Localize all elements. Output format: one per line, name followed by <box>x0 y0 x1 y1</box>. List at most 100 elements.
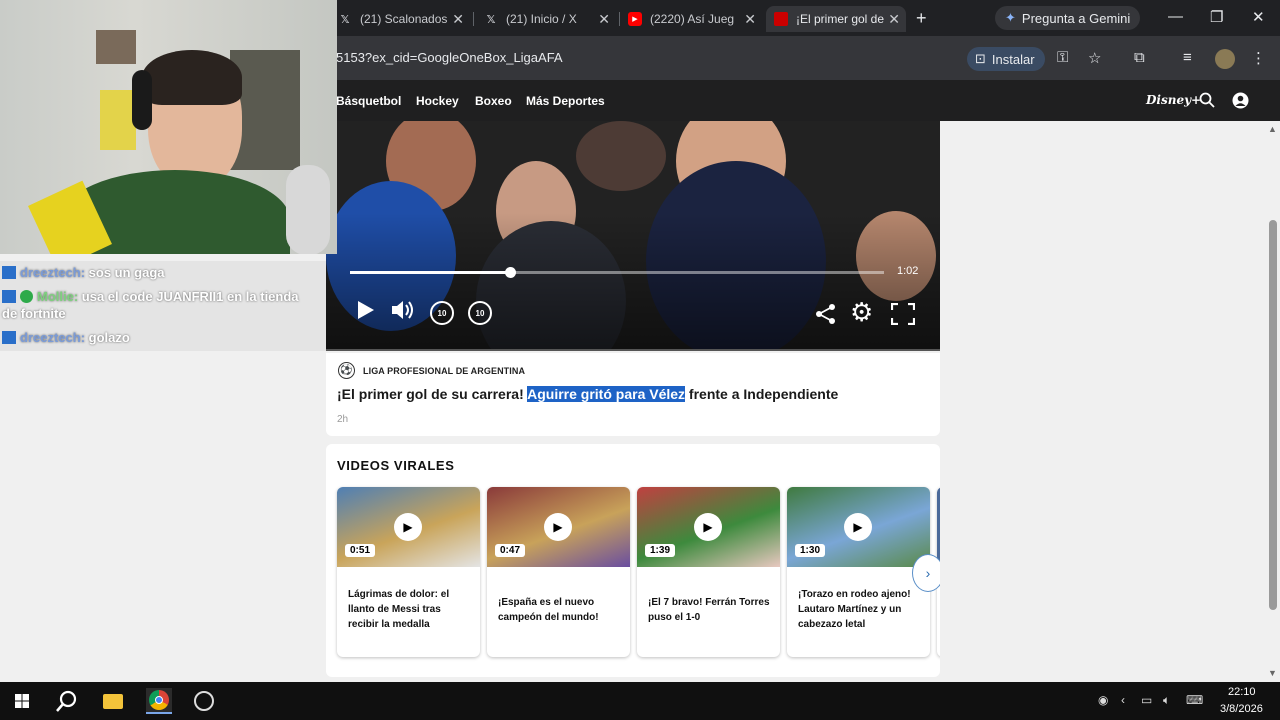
video-duration-badge: 0:47 <box>495 544 526 557</box>
video-title[interactable]: ¡Torazo en rodeo ajeno! Lautaro Martínez… <box>798 587 920 632</box>
obs-icon[interactable] <box>191 688 217 714</box>
video-player[interactable]: 1:02 10 10 ⚙ <box>326 121 940 351</box>
nav-mas-deportes[interactable]: Más Deportes <box>526 94 605 108</box>
tab-label: ¡El primer gol de <box>796 12 885 26</box>
close-icon[interactable]: ✕ <box>744 11 756 28</box>
video-progress-bar[interactable] <box>350 267 884 278</box>
x-logo-icon: 𝕏 <box>340 13 350 26</box>
nav-boxeo[interactable]: Boxeo <box>475 94 512 108</box>
video-progress-fill <box>350 271 511 274</box>
headline-selected-text: Aguirre gritó para Vélez <box>527 386 686 402</box>
user-account-icon[interactable] <box>1232 92 1249 109</box>
gemini-label: Pregunta a Gemini <box>1021 10 1131 26</box>
chrome-taskbar-icon[interactable] <box>146 688 172 714</box>
video-gradient <box>326 121 940 351</box>
sparkle-icon: ✦ <box>1005 10 1016 25</box>
headline-text: frente a Independiente <box>685 386 839 402</box>
new-tab-button[interactable]: + <box>916 8 927 29</box>
tab-inicio-x[interactable]: 𝕏 (21) Inicio / X ✕ <box>476 6 616 32</box>
youtube-icon: ▶ <box>628 12 642 26</box>
windows-start-icon[interactable] <box>9 688 35 714</box>
install-icon: ⊡ <box>975 51 986 66</box>
video-card[interactable]: ▶ 0:51 Lágrimas de dolor: el llanto de M… <box>337 487 480 657</box>
streamer-hair <box>142 50 242 105</box>
share-icon[interactable] <box>815 303 837 325</box>
volume-icon[interactable] <box>390 299 416 321</box>
play-icon[interactable] <box>356 299 376 321</box>
settings-gear-icon[interactable]: ⚙ <box>850 299 873 325</box>
close-icon[interactable]: ✕ <box>598 11 610 28</box>
install-app-button[interactable]: ⊡ Instalar <box>967 47 1045 71</box>
extensions-puzzle-icon[interactable]: ⧉ <box>1134 49 1145 66</box>
url-field[interactable]: 5153?ex_cid=GoogleOneBox_LigaAFA <box>336 50 563 65</box>
video-card[interactable]: ▶ 1:30 ¡Torazo en rodeo ajeno! Lautaro M… <box>787 487 930 657</box>
clock-date[interactable]: 3/8/2026 <box>1220 703 1263 715</box>
tab-label: (21) Inicio / X <box>506 12 577 26</box>
close-icon[interactable]: ✕ <box>888 11 900 28</box>
speaker-icon[interactable]: 🔈︎ <box>1163 693 1170 708</box>
tab-scalonados[interactable]: 𝕏 (21) Scalonados ✕ <box>330 6 470 32</box>
stream-chat-overlay: dreeztech: sos un gaga Mollie: usa el co… <box>0 261 326 351</box>
soccer-ball-icon: ⚽ <box>338 362 355 379</box>
tray-chevron-icon[interactable]: ‹ <box>1121 693 1125 707</box>
video-card[interactable]: ▶ 1:39 ¡El 7 bravo! Ferrán Torres puso e… <box>637 487 780 657</box>
password-key-icon[interactable]: ⚿ <box>1057 49 1068 66</box>
scrollbar-thumb[interactable] <box>1269 220 1277 610</box>
skip-forward-icon[interactable]: 10 <box>468 301 492 325</box>
chat-text: sos un gaga <box>88 265 165 280</box>
article-headline[interactable]: ¡El primer gol de su carrera! Aguirre gr… <box>337 386 838 402</box>
tray-app-icon[interactable]: ◉ <box>1098 693 1108 707</box>
tab-separator <box>619 12 620 26</box>
video-title[interactable]: Lágrimas de dolor: el llanto de Messi tr… <box>348 587 470 632</box>
play-icon[interactable]: ▶ <box>394 513 422 541</box>
headphones <box>132 70 152 130</box>
chat-badge-icon <box>2 331 16 344</box>
play-icon[interactable]: ▶ <box>544 513 572 541</box>
bookmark-star-icon[interactable]: ☆ <box>1088 49 1101 67</box>
tab-youtube[interactable]: ▶ (2220) Así Jueg ✕ <box>622 6 762 32</box>
chevron-right-icon: › <box>925 565 931 581</box>
media-controls-icon[interactable]: ≡ <box>1183 49 1192 66</box>
chat-message-continuation: de fortnite <box>2 306 66 321</box>
nav-basquetbol[interactable]: Básquetbol <box>336 94 401 108</box>
x-logo-icon: 𝕏 <box>486 13 496 26</box>
article-card[interactable]: ⚽ LIGA PROFESIONAL DE ARGENTINA ¡El prim… <box>326 353 940 436</box>
network-icon[interactable]: ▭ <box>1141 693 1152 707</box>
viral-videos-section: VIDEOS VIRALES ▶ 0:51 Lágrimas de dolor:… <box>326 444 940 677</box>
league-name[interactable]: LIGA PROFESIONAL DE ARGENTINA <box>363 366 525 376</box>
play-icon[interactable]: ▶ <box>694 513 722 541</box>
close-icon[interactable]: ✕ <box>452 11 464 28</box>
minimize-icon[interactable]: — <box>1168 8 1183 25</box>
search-icon[interactable] <box>54 688 80 714</box>
tab-separator <box>473 12 474 26</box>
install-label: Instalar <box>991 51 1035 67</box>
tab-espn-active[interactable]: ¡El primer gol de ✕ <box>766 6 906 32</box>
scroll-down-arrow-icon[interactable]: ▼ <box>1268 668 1277 678</box>
keyboard-icon[interactable]: ⌨ <box>1186 693 1203 707</box>
restore-icon[interactable]: ❐ <box>1210 8 1223 26</box>
video-title[interactable]: ¡El 7 bravo! Ferrán Torres puso el 1-0 <box>648 595 770 625</box>
disney-plus-logo[interactable]: Disney+ <box>1146 93 1201 107</box>
clock-time[interactable]: 22:10 <box>1228 686 1256 698</box>
video-title[interactable]: ¡España es el nuevo campeón del mundo! <box>498 595 620 625</box>
chat-message: dreeztech: golazo <box>2 330 130 345</box>
video-card[interactable]: ▶ 0:47 ¡España es el nuevo campeón del m… <box>487 487 630 657</box>
video-thumbnail <box>937 487 940 567</box>
gemini-button[interactable]: ✦ Pregunta a Gemini <box>995 6 1141 30</box>
nav-hockey[interactable]: Hockey <box>416 94 459 108</box>
scroll-up-arrow-icon[interactable]: ▲ <box>1268 124 1277 134</box>
menu-kebab-icon[interactable]: ⋮ <box>1251 49 1266 67</box>
obs-logo <box>194 691 214 711</box>
skip-back-icon[interactable]: 10 <box>430 301 454 325</box>
carousel-next-button[interactable]: › <box>912 554 940 592</box>
webcam-frame <box>96 30 136 64</box>
search-icon[interactable] <box>1199 92 1215 108</box>
webcam-jersey-hanging <box>100 90 136 150</box>
play-icon[interactable]: ▶ <box>844 513 872 541</box>
microphone <box>286 165 330 254</box>
profile-avatar[interactable] <box>1215 49 1235 69</box>
close-window-icon[interactable]: ✕ <box>1252 8 1265 26</box>
fullscreen-icon[interactable] <box>891 303 915 325</box>
chat-badge-icon <box>2 290 16 303</box>
file-explorer-icon[interactable] <box>100 688 126 714</box>
